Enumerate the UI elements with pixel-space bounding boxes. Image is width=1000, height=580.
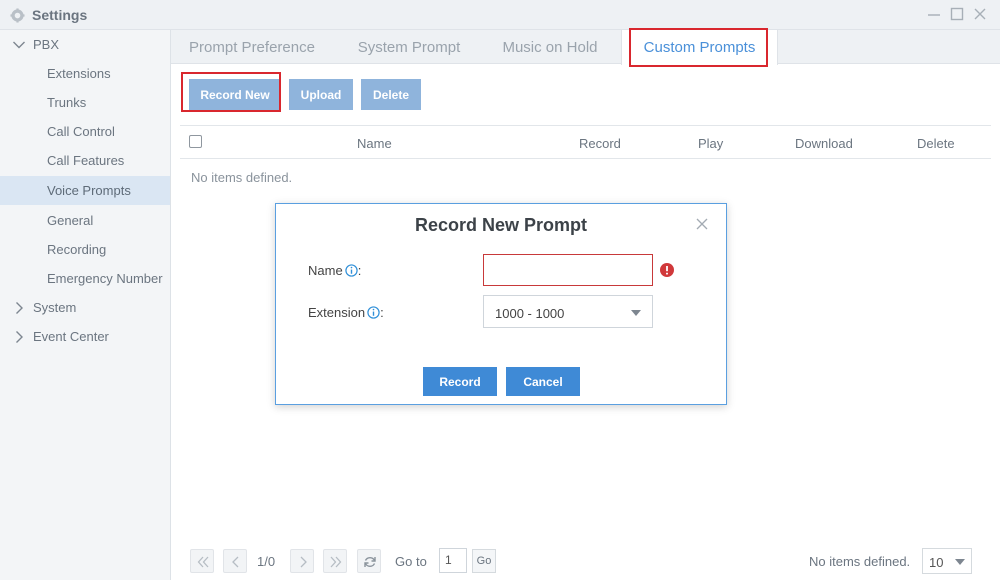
sidebar-item-label: PBX bbox=[33, 37, 60, 52]
last-page-button[interactable] bbox=[323, 549, 347, 573]
gear-icon bbox=[10, 8, 25, 23]
name-label-colon: : bbox=[357, 263, 362, 278]
chevron-right-icon bbox=[16, 302, 23, 314]
delete-label: Delete bbox=[372, 88, 410, 102]
sidebar-item-voice-prompts[interactable]: Voice Prompts bbox=[0, 176, 170, 205]
page-info: 1/0 bbox=[257, 554, 276, 569]
title-bar: Settings bbox=[0, 0, 1000, 30]
first-page-button[interactable] bbox=[190, 549, 214, 573]
record-new-prompt-dialog: Record New Prompt Name: Extension: 1000 … bbox=[275, 203, 727, 405]
page-size-value: 10 bbox=[929, 555, 944, 570]
sidebar-item-trunks[interactable]: Trunks bbox=[0, 88, 170, 117]
upload-button[interactable]: Upload bbox=[289, 79, 353, 110]
next-page-button[interactable] bbox=[290, 549, 314, 573]
dialog-title: Record New Prompt bbox=[414, 215, 588, 235]
pager-status: No items defined. bbox=[809, 554, 911, 569]
column-header-download: Download bbox=[795, 136, 853, 151]
tab-label: Music on Hold bbox=[502, 39, 598, 56]
upload-label: Upload bbox=[300, 88, 342, 102]
record-button-label: Record bbox=[439, 375, 481, 389]
info-icon[interactable] bbox=[345, 264, 358, 277]
table-header: Name Record Play Download Delete bbox=[180, 125, 991, 159]
sidebar-item-label: Recording bbox=[47, 242, 107, 257]
page-number-input[interactable]: 1 bbox=[439, 548, 467, 573]
cancel-button[interactable]: Cancel bbox=[506, 367, 580, 396]
sidebar-item-general[interactable]: General bbox=[0, 206, 170, 235]
tab-custom-prompts[interactable]: Custom Prompts bbox=[621, 30, 778, 65]
refresh-icon bbox=[364, 557, 376, 567]
record-new-label: Record New bbox=[200, 88, 270, 102]
extension-label-colon: : bbox=[380, 305, 384, 320]
empty-table-message: No items defined. bbox=[191, 170, 293, 185]
tab-label: System Prompt bbox=[357, 39, 461, 56]
chevron-down-icon bbox=[955, 559, 965, 565]
column-header-play: Play bbox=[698, 136, 724, 151]
sidebar-item-label: Call Control bbox=[47, 124, 115, 139]
extension-field-label: Extension: bbox=[308, 305, 384, 320]
double-chevron-left-icon bbox=[197, 556, 209, 568]
close-icon[interactable] bbox=[695, 217, 709, 231]
refresh-button[interactable] bbox=[357, 549, 381, 573]
sidebar-item-label: General bbox=[47, 213, 94, 228]
extension-label-text: Extension bbox=[308, 305, 366, 320]
column-header-name[interactable]: Name bbox=[357, 136, 392, 151]
chevron-down-icon bbox=[13, 41, 25, 49]
window-title: Settings bbox=[32, 7, 88, 23]
sidebar-item-extensions[interactable]: Extensions bbox=[0, 59, 170, 88]
tab-label: Custom Prompts bbox=[643, 39, 756, 56]
sidebar-item-label: Trunks bbox=[47, 95, 87, 110]
select-all-checkbox[interactable] bbox=[189, 135, 202, 148]
sidebar-item-label: System bbox=[33, 300, 77, 315]
column-header-delete: Delete bbox=[917, 136, 955, 151]
record-button[interactable]: Record bbox=[423, 367, 497, 396]
tab-bar: Prompt Preference System Prompt Music on… bbox=[171, 30, 1000, 65]
sidebar-item-event-center[interactable]: Event Center bbox=[0, 322, 170, 351]
prev-page-button[interactable] bbox=[223, 549, 247, 573]
maximize-icon[interactable] bbox=[949, 6, 965, 22]
sidebar-item-recording[interactable]: Recording bbox=[0, 235, 170, 264]
sidebar-item-call-control[interactable]: Call Control bbox=[0, 117, 170, 146]
delete-button[interactable]: Delete bbox=[361, 79, 421, 110]
page-size-select[interactable]: 10 bbox=[922, 548, 972, 574]
chevron-right-icon bbox=[300, 556, 307, 568]
minimize-icon[interactable] bbox=[926, 6, 942, 22]
sidebar-item-system[interactable]: System bbox=[0, 293, 170, 322]
close-icon[interactable] bbox=[972, 6, 988, 22]
goto-label: Go to bbox=[395, 554, 427, 569]
extension-select-value: 1000 - 1000 bbox=[495, 306, 565, 321]
sidebar-item-emergency-number[interactable]: Emergency Number bbox=[0, 264, 170, 293]
column-header-record: Record bbox=[579, 136, 621, 151]
sidebar-item-label: Voice Prompts bbox=[47, 183, 131, 198]
double-chevron-right-icon bbox=[330, 556, 342, 568]
extension-select[interactable]: 1000 - 1000 bbox=[483, 295, 653, 328]
sidebar-item-call-features[interactable]: Call Features bbox=[0, 146, 170, 175]
sidebar-item-label: Extensions bbox=[47, 66, 111, 81]
sidebar: PBX Extensions Trunks Call Control Call … bbox=[0, 30, 171, 580]
tab-music-on-hold[interactable]: Music on Hold bbox=[485, 30, 615, 64]
chevron-right-icon bbox=[16, 331, 23, 343]
chevron-left-icon bbox=[232, 556, 239, 568]
error-icon bbox=[660, 263, 674, 277]
tab-system-prompt[interactable]: System Prompt bbox=[333, 30, 485, 64]
cancel-button-label: Cancel bbox=[523, 375, 563, 389]
sidebar-item-label: Call Features bbox=[47, 153, 125, 168]
record-new-button[interactable]: Record New bbox=[189, 79, 281, 110]
sidebar-item-label: Event Center bbox=[33, 329, 109, 344]
tab-label: Prompt Preference bbox=[189, 39, 315, 56]
chevron-down-icon bbox=[631, 310, 641, 316]
sidebar-item-pbx[interactable]: PBX bbox=[0, 30, 170, 59]
tab-prompt-preference[interactable]: Prompt Preference bbox=[171, 30, 333, 64]
name-label-text: Name bbox=[308, 263, 343, 278]
go-button[interactable]: Go bbox=[472, 549, 496, 573]
name-field-label: Name: bbox=[308, 263, 361, 278]
name-input[interactable] bbox=[483, 254, 653, 286]
info-icon[interactable] bbox=[367, 306, 380, 319]
sidebar-item-label: Emergency Number bbox=[47, 271, 163, 286]
